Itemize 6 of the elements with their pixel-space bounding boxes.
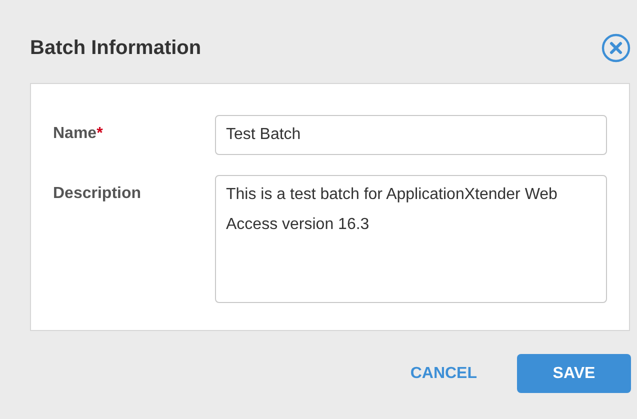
field-label: Name* — [53, 124, 104, 143]
name-field[interactable]: Test Batch — [215, 115, 607, 155]
field-label: Description — [53, 184, 142, 203]
close-icon[interactable] — [601, 33, 631, 63]
description-field[interactable]: This is a test batch for ApplicationXtender Web Access version 16.3 — [215, 175, 607, 303]
dialog-title: Batch Information — [30, 36, 202, 60]
